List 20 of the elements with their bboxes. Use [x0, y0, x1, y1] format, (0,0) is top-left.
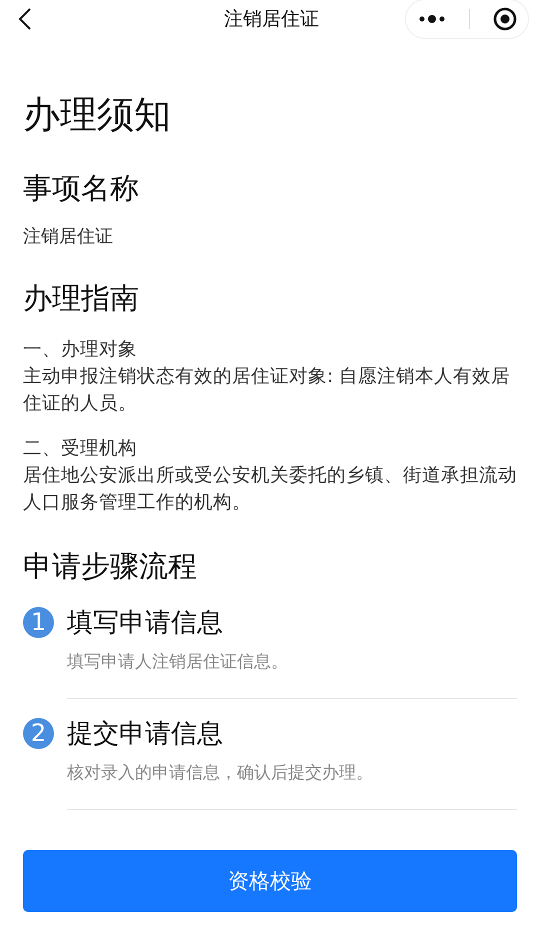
guide-subtitle: 二、受理机构: [23, 437, 138, 461]
guide-text: 居住地公安派出所或受公安机关委托的乡镇、街道承担流动人口服务管理工作的机构。: [23, 464, 517, 515]
step-title: 填写申请信息: [67, 606, 223, 640]
close-icon[interactable]: [492, 7, 516, 31]
check-button[interactable]: 资格校验: [23, 850, 517, 912]
step-number: 2: [23, 718, 54, 748]
section-heading: 申请步骤流程: [23, 548, 198, 585]
step-title: 提交申请信息: [67, 718, 223, 750]
step-description: 核对录入的申请信息，确认后提交办理。: [67, 762, 374, 785]
more-icon[interactable]: [418, 14, 446, 24]
page-title: 注销居住证: [224, 7, 319, 32]
section-heading: 事项名称: [23, 170, 140, 207]
step-description: 填写申请人注销居住证信息。: [67, 651, 289, 674]
heading: 办理须知: [23, 92, 172, 138]
step-number: 1: [23, 606, 54, 638]
guide-subtitle: 一、办理对象: [23, 338, 138, 362]
section-heading: 办理指南: [23, 280, 140, 317]
back-icon[interactable]: [18, 7, 32, 31]
item-name-text: 注销居住证: [23, 225, 114, 249]
guide-text: 主动申报注销状态有效的居住证对象: 自愿注销本人有效居住证的人员。: [23, 365, 512, 416]
